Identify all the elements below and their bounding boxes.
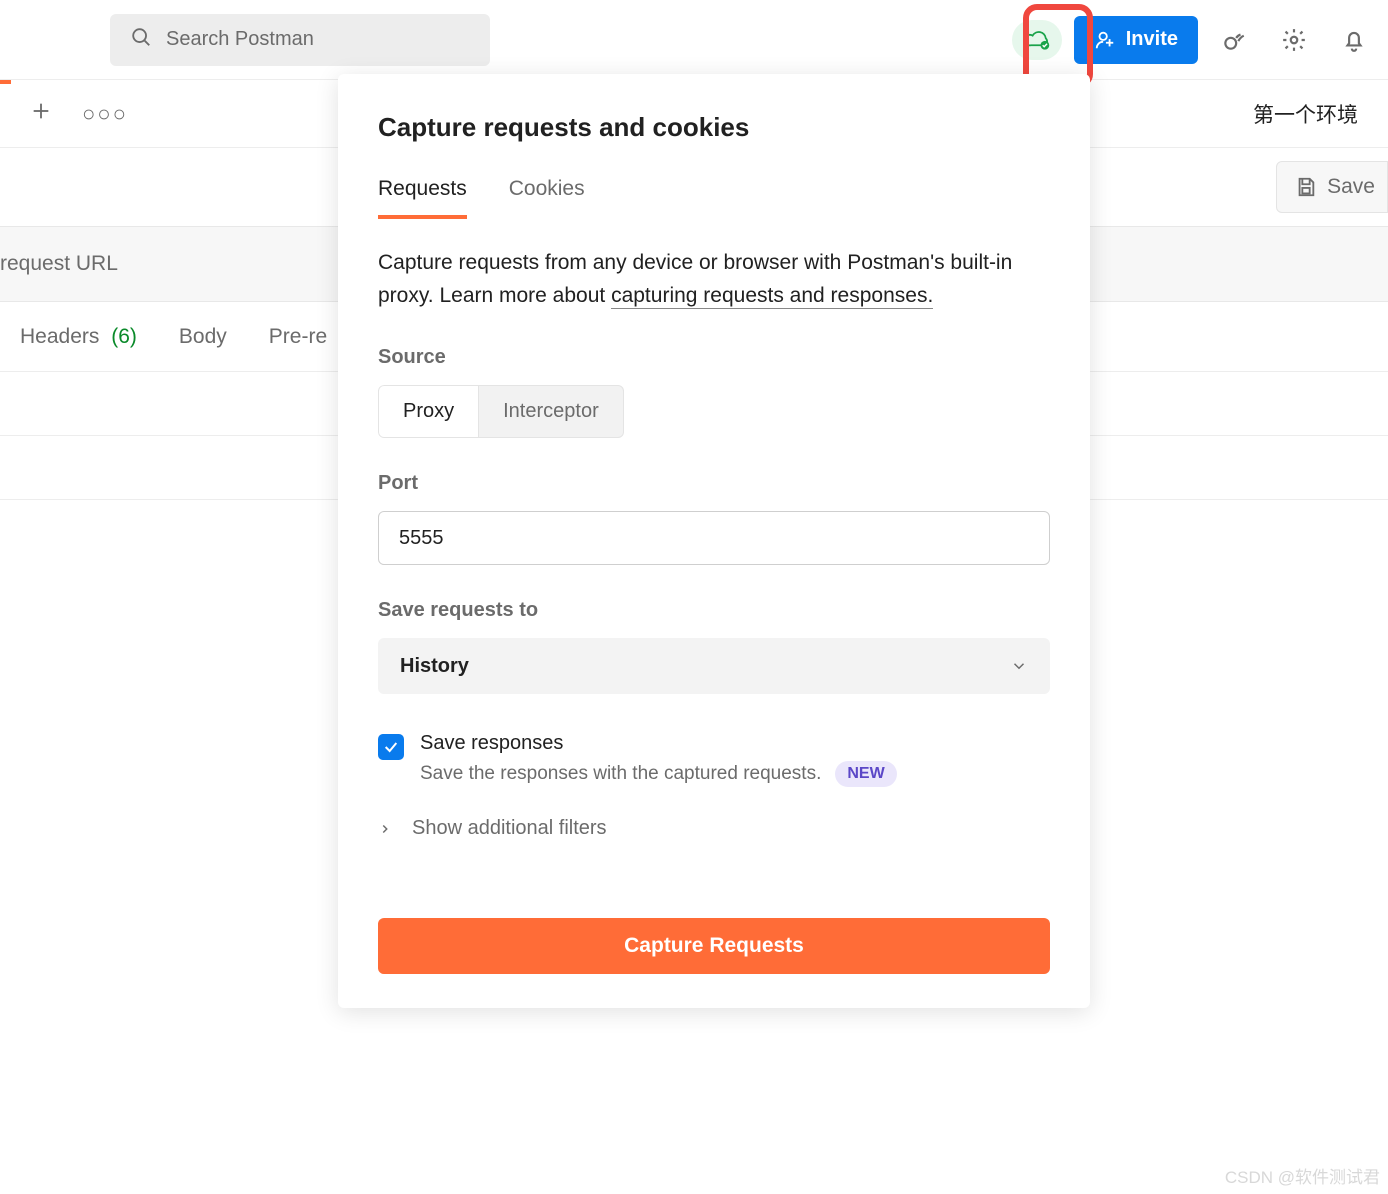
environment-selector[interactable]: 第一个环境	[1253, 99, 1358, 129]
tab-cookies[interactable]: Cookies	[509, 177, 585, 219]
source-interceptor[interactable]: Interceptor	[479, 385, 624, 438]
sync-status-icon[interactable]	[1012, 20, 1062, 60]
save-responses-title: Save responses	[420, 732, 897, 755]
panel-title: Capture requests and cookies	[378, 112, 1050, 143]
chevron-right-icon	[378, 822, 392, 836]
source-label: Source	[378, 346, 1050, 369]
save-responses-sub: Save the responses with the captured req…	[420, 763, 821, 785]
settings-icon[interactable]	[1270, 16, 1318, 64]
learn-more-link[interactable]: capturing requests and responses.	[611, 284, 933, 309]
source-proxy[interactable]: Proxy	[378, 385, 479, 438]
search-placeholder: Search Postman	[166, 28, 314, 51]
chevron-down-icon	[1010, 657, 1028, 675]
new-tab-button[interactable]	[30, 100, 52, 127]
save-responses-checkbox[interactable]	[378, 734, 404, 760]
capture-panel: Capture requests and cookies Requests Co…	[338, 74, 1090, 1008]
tab-pre-request[interactable]: Pre-re	[269, 325, 327, 349]
new-badge: NEW	[835, 761, 896, 787]
search-input[interactable]: Search Postman	[110, 14, 490, 66]
tab-body[interactable]: Body	[179, 325, 227, 349]
save-responses-row: Save responses Save the responses with t…	[378, 732, 1050, 787]
panel-tabs: Requests Cookies	[378, 177, 1050, 219]
filters-label: Show additional filters	[412, 817, 607, 840]
tab-options-icon[interactable]: ○○○	[82, 101, 128, 127]
app-header: Search Postman Invite	[0, 0, 1388, 80]
save-to-dropdown[interactable]: History	[378, 638, 1050, 694]
invite-label: Invite	[1126, 28, 1178, 51]
headers-count: (6)	[111, 325, 137, 348]
watermark: CSDN @软件测试君	[1225, 1163, 1380, 1188]
capture-requests-icon[interactable]	[1210, 16, 1258, 64]
tab-requests[interactable]: Requests	[378, 177, 467, 219]
capture-requests-button[interactable]: Capture Requests	[378, 918, 1050, 974]
search-icon	[130, 26, 152, 54]
port-label: Port	[378, 472, 1050, 495]
notifications-icon[interactable]	[1330, 16, 1378, 64]
active-tab-indicator	[0, 80, 11, 84]
save-to-value: History	[400, 655, 469, 678]
save-button[interactable]: Save	[1276, 161, 1388, 213]
tab-headers[interactable]: Headers (6)	[20, 325, 137, 349]
save-label: Save	[1327, 175, 1375, 199]
port-input[interactable]	[378, 511, 1050, 565]
save-to-label: Save requests to	[378, 599, 1050, 622]
url-placeholder: request URL	[0, 252, 118, 276]
invite-button[interactable]: Invite	[1074, 16, 1198, 64]
additional-filters-toggle[interactable]: Show additional filters	[378, 817, 1050, 840]
source-toggle: Proxy Interceptor	[378, 385, 1050, 438]
panel-description: Capture requests from any device or brow…	[378, 247, 1050, 312]
